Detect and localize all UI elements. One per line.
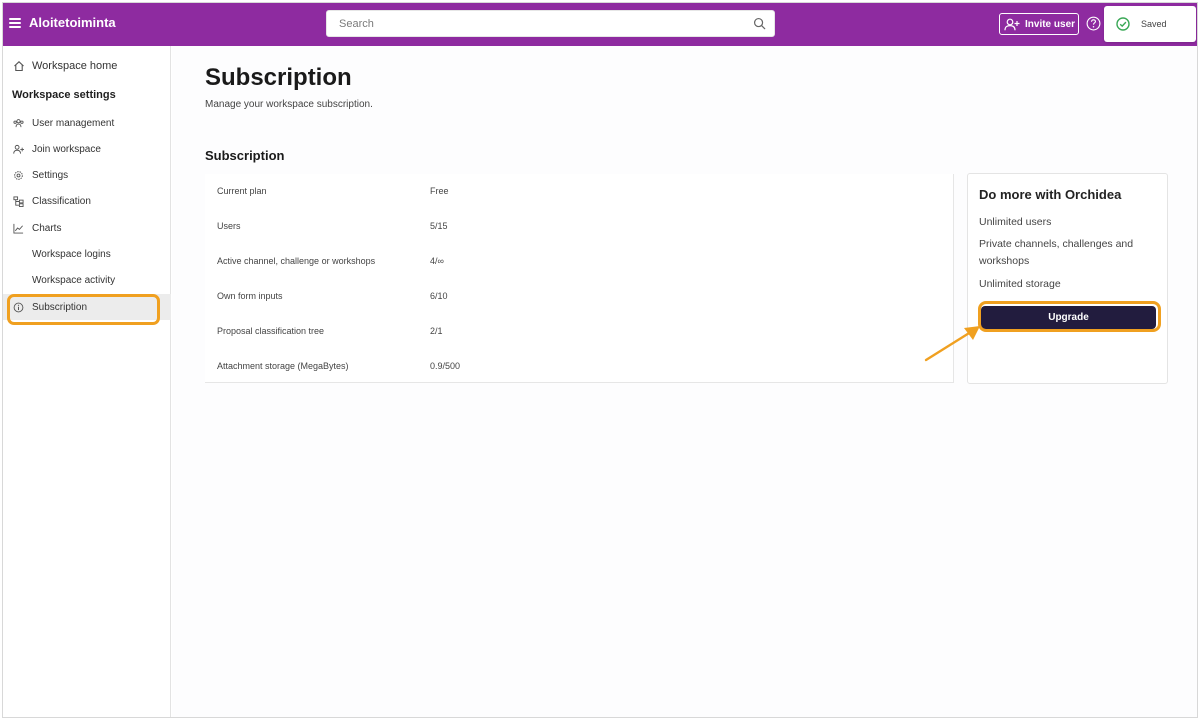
page-title: Subscription <box>205 64 352 91</box>
row-label: Users <box>217 221 241 231</box>
saved-label: Saved <box>1141 19 1167 29</box>
app-window: Aloitetoiminta Invite user <box>2 2 1198 718</box>
home-icon <box>14 61 24 72</box>
upgrade-highlight <box>978 301 1161 332</box>
sidebar-item-label: Classification <box>32 196 91 207</box>
sidebar-item-join-workspace[interactable]: Join workspace <box>3 136 171 162</box>
row-label: Proposal classification tree <box>217 326 325 336</box>
feature-item: Unlimited users <box>979 216 1052 228</box>
sidebar-item-charts[interactable]: Charts <box>3 215 171 241</box>
page-subtitle: Manage your workspace subscription. <box>205 99 373 110</box>
row-label: Own form inputs <box>217 291 283 301</box>
sidebar-item-label: Settings <box>32 170 69 181</box>
upgrade-card: Do more with Orchidea Unlimited users Pr… <box>967 173 1168 384</box>
person-add-icon <box>1004 18 1020 30</box>
users-icon <box>13 119 24 128</box>
sidebar: Workspace home Workspace settings User m… <box>3 46 171 717</box>
tree-icon <box>13 196 24 207</box>
row-value: 5/15 <box>430 221 448 231</box>
feature-item: Private channels, challenges and worksho… <box>979 238 1134 267</box>
table-row: Own form inputs 6/10 <box>205 279 954 314</box>
row-value: 0.9/500 <box>430 361 461 371</box>
sidebar-item-label: Workspace home <box>32 60 118 72</box>
sidebar-item-classification[interactable]: Classification <box>3 188 171 214</box>
person-add-icon <box>13 144 24 154</box>
sidebar-item-settings[interactable]: Settings <box>3 162 171 188</box>
top-bar: Aloitetoiminta Invite user <box>3 3 1197 46</box>
sidebar-item-workspace-home[interactable]: Workspace home <box>3 53 171 79</box>
help-icon[interactable] <box>1086 16 1101 31</box>
pointer-arrow-icon <box>924 326 980 362</box>
table-row: Current plan Free <box>205 174 954 209</box>
row-value: 2/1 <box>430 326 443 336</box>
upgrade-card-title: Do more with Orchidea <box>979 187 1122 202</box>
main-content: Subscription Manage your workspace subsc… <box>172 46 1197 717</box>
check-circle-icon <box>1116 17 1130 31</box>
subscription-table: Current plan Free Users 5/15 Active chan… <box>205 174 954 383</box>
table-row: Proposal classification tree 2/1 <box>205 314 954 349</box>
saved-status: Saved <box>1104 6 1196 42</box>
gear-icon <box>14 171 23 180</box>
section-title: Subscription <box>205 148 285 163</box>
feature-item: Unlimited storage <box>979 278 1061 290</box>
sidebar-item-workspace-activity[interactable]: Workspace activity <box>3 267 171 293</box>
invite-user-button[interactable]: Invite user <box>999 13 1079 35</box>
search-box[interactable] <box>326 10 775 37</box>
sidebar-item-label: Charts <box>32 223 62 234</box>
sidebar-heading: Workspace settings <box>12 89 116 101</box>
menu-icon[interactable] <box>9 16 23 30</box>
search-icon[interactable] <box>753 17 766 30</box>
row-label: Attachment storage (MegaBytes) <box>217 361 349 371</box>
sidebar-item-label: Join workspace <box>32 144 101 155</box>
row-value: 4/∞ <box>430 256 444 266</box>
sidebar-item-workspace-logins[interactable]: Workspace logins <box>3 241 171 267</box>
table-row: Active channel, challenge or workshops 4… <box>205 244 954 279</box>
row-value: 6/10 <box>430 291 448 301</box>
search-input[interactable] <box>327 11 747 36</box>
row-label: Active channel, challenge or workshops <box>217 256 376 266</box>
sidebar-item-user-management[interactable]: User management <box>3 110 171 136</box>
app-title[interactable]: Aloitetoiminta <box>29 15 116 30</box>
row-value: Free <box>430 186 449 196</box>
row-label: Current plan <box>217 186 267 196</box>
sidebar-item-label: Workspace logins <box>32 249 111 260</box>
subscription-highlight <box>7 294 160 325</box>
table-row: Users 5/15 <box>205 209 954 244</box>
sidebar-item-label: User management <box>32 118 115 129</box>
sidebar-item-label: Workspace activity <box>32 275 116 286</box>
invite-user-label: Invite user <box>1025 18 1076 30</box>
table-row: Attachment storage (MegaBytes) 0.9/500 <box>205 349 954 384</box>
chart-icon <box>13 223 24 234</box>
